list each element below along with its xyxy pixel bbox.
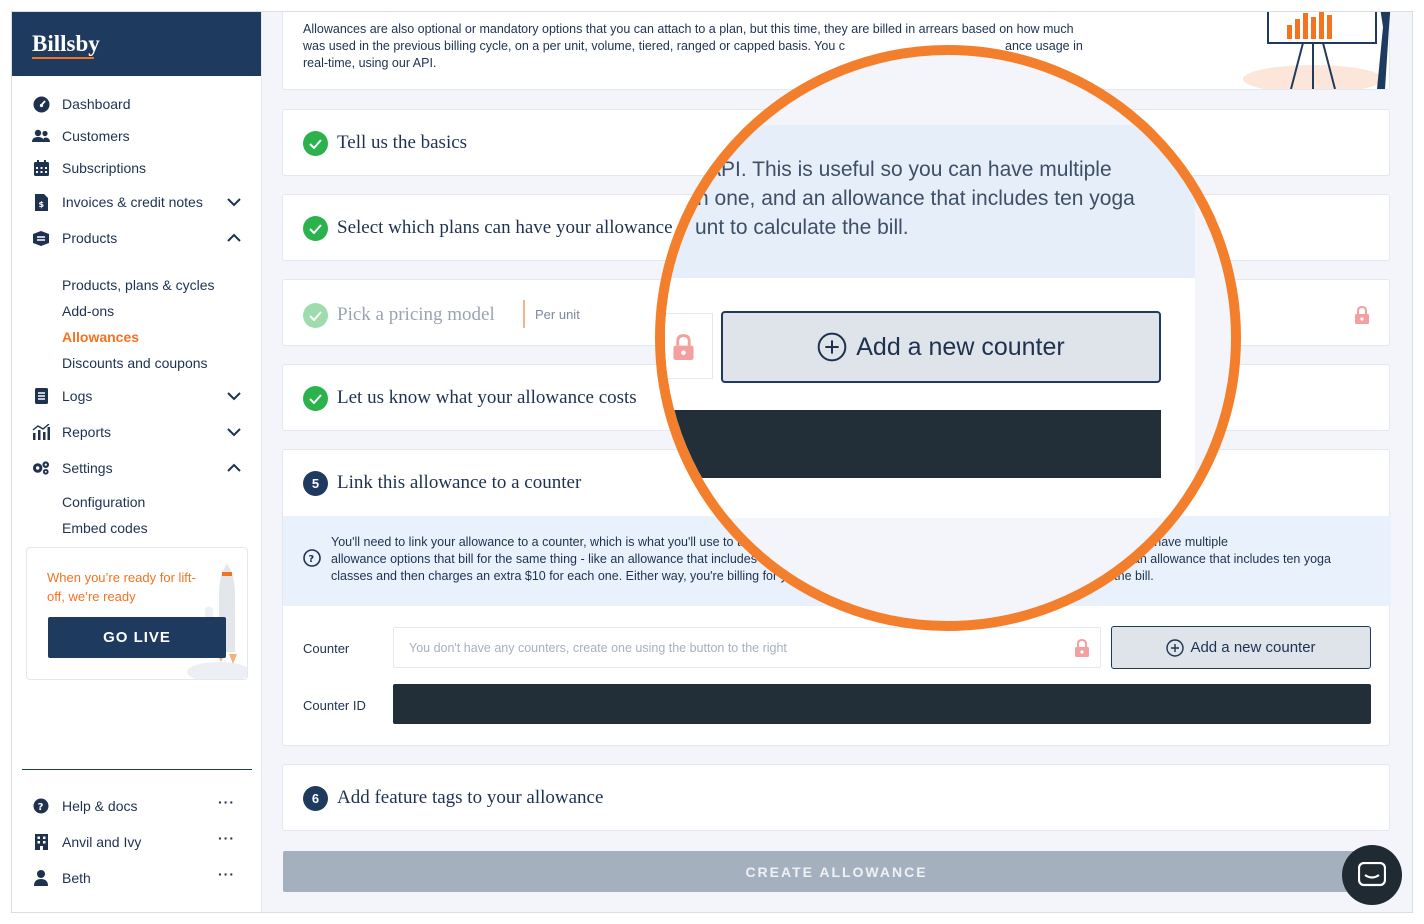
- sidebar-item-subscriptions[interactable]: Subscriptions: [12, 156, 262, 180]
- magnifier-overlay: API. This is useful so you can have mult…: [655, 45, 1241, 631]
- check-icon: [303, 216, 328, 241]
- chat-launcher-button[interactable]: [1342, 845, 1402, 905]
- chevron-up-icon[interactable]: [226, 230, 242, 246]
- sidebar-item-dashboard[interactable]: Dashboard: [12, 92, 262, 116]
- products-icon: [32, 229, 50, 247]
- sidebar-subitem-allowances[interactable]: Allowances: [62, 329, 139, 345]
- go-live-card: When you’re ready for lift-off, we’re re…: [26, 547, 248, 680]
- create-allowance-button[interactable]: CREATE ALLOWANCE: [283, 851, 1390, 892]
- brand-logo[interactable]: Billsby: [32, 31, 100, 59]
- step-6-title: Add feature tags to your allowance: [337, 787, 604, 808]
- settings-icon: [32, 459, 50, 477]
- svg-text:$: $: [38, 200, 44, 209]
- company-label: Anvil and Ivy: [62, 834, 142, 850]
- sidebar-subitem-products-plans-cycles[interactable]: Products, plans & cycles: [62, 277, 215, 293]
- help-docs-label: Help & docs: [62, 798, 138, 814]
- plus-circle-icon: [817, 332, 847, 362]
- magnified-add-label: Add a new counter: [856, 332, 1065, 361]
- pricing-model-value: Per unit: [535, 307, 580, 322]
- step-5-title: Link this allowance to a counter: [337, 472, 582, 493]
- lock-icon: [1355, 306, 1369, 324]
- sidebar-item-customers[interactable]: Customers: [12, 124, 262, 148]
- dashboard-icon: [32, 95, 50, 113]
- step-1-title: Tell us the basics: [337, 132, 468, 153]
- logs-icon: [32, 387, 50, 405]
- user-icon: [32, 869, 50, 887]
- step-4-title: Let us know what your allowance costs: [337, 387, 637, 408]
- check-icon: [303, 303, 328, 328]
- counter-id-label: Counter ID: [303, 698, 366, 713]
- add-new-counter-label: Add a new counter: [1190, 639, 1316, 656]
- sidebar-item-label: Subscriptions: [62, 160, 147, 176]
- sidebar-item-label: Products: [62, 230, 118, 246]
- counter-id-field: [393, 684, 1371, 724]
- counter-label: Counter: [303, 641, 350, 656]
- sidebar-item-label: Customers: [62, 128, 130, 144]
- sidebar: Billsby Dashboard Customers Subscription…: [12, 12, 262, 912]
- counter-input: You don't have any counters, create one …: [393, 627, 1101, 668]
- check-icon: [303, 131, 328, 156]
- sidebar-item-label: Logs: [62, 388, 93, 404]
- lock-icon: [1075, 639, 1089, 657]
- magnified-counter-input: [665, 313, 713, 379]
- chevron-down-icon[interactable]: [226, 388, 242, 404]
- sidebar-item-label: Invoices & credit notes: [62, 194, 203, 210]
- intro-line-1: Allowances are also optional or mandator…: [303, 22, 1074, 36]
- sidebar-item-products[interactable]: Products: [12, 226, 262, 250]
- sidebar-item-logs[interactable]: Logs: [12, 384, 262, 408]
- step-2-title: Select which plans can have your allowan…: [337, 217, 673, 238]
- check-icon: [303, 386, 328, 411]
- app-window: Billsby Dashboard Customers Subscription…: [12, 12, 1412, 912]
- step-number-badge: 5: [303, 471, 328, 496]
- sidebar-item-reports[interactable]: Reports: [12, 420, 262, 444]
- reports-icon: [32, 423, 50, 441]
- go-live-text: When you’re ready for lift-off, we’re re…: [47, 570, 196, 604]
- user-item[interactable]: Beth ···: [12, 866, 262, 890]
- building-icon: [32, 833, 50, 851]
- add-new-counter-button[interactable]: Add a new counter: [1111, 626, 1371, 669]
- more-options-icon[interactable]: ···: [218, 794, 235, 810]
- company-item[interactable]: Anvil and Ivy ···: [12, 830, 262, 854]
- step-divider: [523, 300, 525, 328]
- sidebar-subitem-configuration[interactable]: Configuration: [62, 494, 145, 510]
- calendar-icon: [32, 159, 50, 177]
- magnified-counter-id-field: [665, 410, 1161, 478]
- customers-icon: [32, 127, 50, 145]
- sidebar-item-settings[interactable]: Settings: [12, 456, 262, 480]
- sidebar-item-label: Dashboard: [62, 96, 131, 112]
- magnified-info-text: API. This is useful so you can have mult…: [695, 158, 1135, 239]
- sidebar-divider: [22, 769, 252, 770]
- chevron-up-icon[interactable]: [226, 460, 242, 476]
- svg-text:?: ?: [38, 802, 44, 813]
- sidebar-item-label: Settings: [62, 460, 113, 476]
- chat-icon: [1358, 862, 1386, 887]
- counter-placeholder: You don't have any counters, create one …: [409, 641, 787, 655]
- question-icon: ?: [303, 549, 321, 567]
- magnified-add-new-counter-button[interactable]: Add a new counter: [721, 311, 1161, 383]
- step-3-title: Pick a pricing model: [337, 304, 495, 325]
- go-live-button[interactable]: GO LIVE: [48, 617, 226, 658]
- sidebar-item-label: Reports: [62, 424, 112, 440]
- step-number-badge: 6: [303, 786, 328, 811]
- sidebar-subitem-discounts[interactable]: Discounts and coupons: [62, 355, 208, 371]
- user-label: Beth: [62, 870, 91, 886]
- more-options-icon[interactable]: ···: [218, 866, 235, 882]
- sidebar-subitem-embed-codes[interactable]: Embed codes: [62, 520, 148, 536]
- more-options-icon[interactable]: ···: [218, 830, 235, 846]
- presentation-illustration: [1243, 12, 1391, 89]
- lock-icon: [673, 334, 694, 360]
- magnifier-content: API. This is useful so you can have mult…: [665, 55, 1231, 621]
- sidebar-item-invoices[interactable]: $ Invoices & credit notes: [12, 190, 262, 214]
- chevron-down-icon[interactable]: [226, 424, 242, 440]
- help-icon: ?: [32, 797, 50, 815]
- sidebar-subitem-add-ons[interactable]: Add-ons: [62, 303, 114, 319]
- brand-header[interactable]: Billsby: [12, 12, 261, 76]
- svg-text:?: ?: [308, 554, 314, 565]
- help-docs-item[interactable]: ? Help & docs ···: [12, 794, 262, 818]
- plus-circle-icon: [1166, 638, 1185, 657]
- chevron-down-icon[interactable]: [226, 194, 242, 210]
- invoice-icon: $: [32, 193, 50, 211]
- step-6-card[interactable]: 6 Add feature tags to your allowance: [282, 764, 1390, 831]
